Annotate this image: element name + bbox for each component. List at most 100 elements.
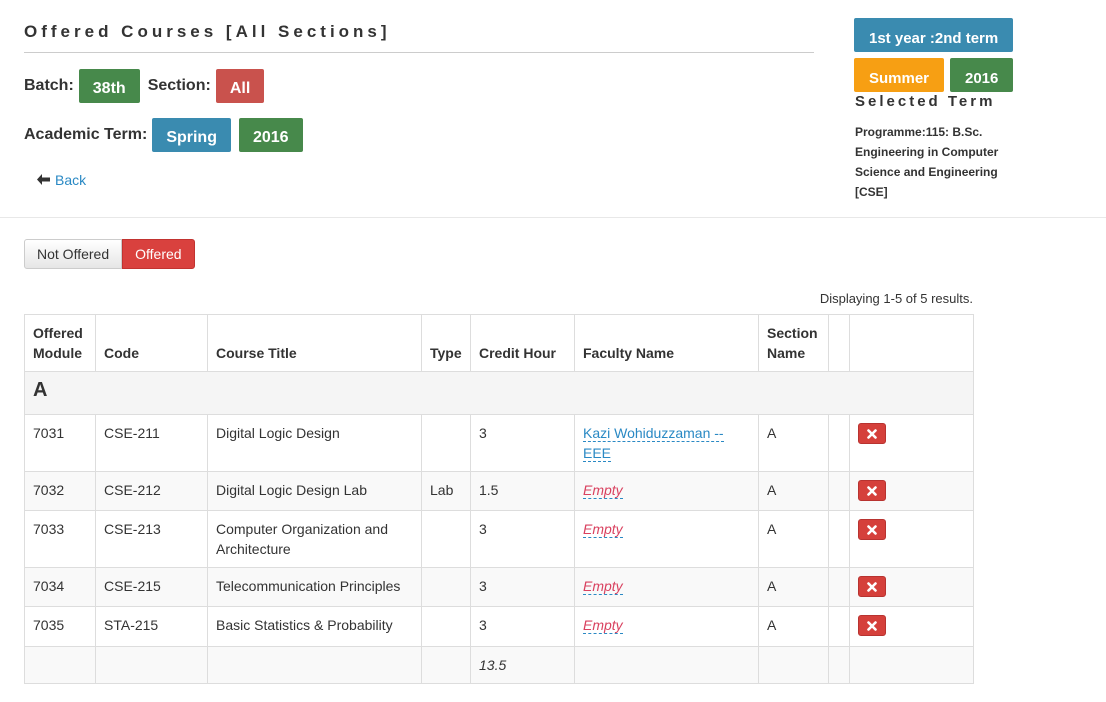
- module-cell: 7031: [24, 414, 96, 472]
- section-label: Section:: [147, 77, 211, 94]
- credit-cell: 3: [470, 606, 575, 647]
- programme-text: Programme:115: B.Sc. Engineering in Comp…: [855, 125, 999, 199]
- academic-term-label: Academic Term:: [24, 126, 148, 143]
- section-badge: All: [215, 69, 265, 103]
- header-section-name[interactable]: Section Name: [758, 314, 829, 372]
- group-row: A: [24, 371, 974, 415]
- section-cell: A: [758, 471, 829, 511]
- empty-cell: [574, 646, 759, 684]
- section-cell: A: [758, 510, 829, 568]
- faculty-empty-link[interactable]: Empty: [583, 521, 623, 538]
- title-cell: Basic Statistics & Probability: [207, 606, 422, 647]
- header-spacer: [828, 314, 850, 372]
- back-label: Back: [55, 172, 87, 188]
- module-cell: 7035: [24, 606, 96, 647]
- delete-button[interactable]: [858, 480, 886, 501]
- table-row: 7031 CSE-211 Digital Logic Design 3 Kazi…: [24, 414, 974, 472]
- faculty-empty-link[interactable]: Empty: [583, 617, 623, 634]
- table-row: 7033 CSE-213 Computer Organization and A…: [24, 510, 974, 568]
- type-cell: Lab: [421, 471, 471, 511]
- header-code: Code: [95, 314, 208, 372]
- page-title: Offered Courses [All Sections]: [24, 22, 391, 41]
- module-cell: 7034: [24, 567, 96, 607]
- title-cell: Digital Logic Design: [207, 414, 422, 472]
- term-season-badge: Spring: [152, 118, 231, 152]
- spacer-cell: [828, 567, 850, 607]
- remove-icon: [867, 428, 877, 439]
- section-cell: A: [758, 414, 829, 472]
- spacer-cell: [828, 510, 850, 568]
- empty-cell: [849, 646, 974, 684]
- header-faculty-name[interactable]: Faculty Name: [574, 314, 759, 372]
- academic-term-row: Academic Term: Spring 2016: [24, 118, 311, 152]
- header-offered-module[interactable]: Offered Module: [24, 314, 96, 372]
- action-cell: [849, 606, 974, 647]
- empty-cell: [24, 646, 96, 684]
- module-cell: 7033: [24, 510, 96, 568]
- faculty-cell: Empty: [574, 510, 759, 568]
- faculty-cell: Empty: [574, 606, 759, 647]
- type-cell: [421, 414, 471, 472]
- faculty-link[interactable]: Kazi Wohiduzzaman -- EEE: [583, 425, 724, 462]
- not-offered-button[interactable]: Not Offered: [24, 239, 123, 269]
- results-summary: Displaying 1-5 of 5 results.: [819, 291, 973, 306]
- header-type: Type: [421, 314, 471, 372]
- action-cell: [849, 414, 974, 472]
- credit-cell: 3: [470, 567, 575, 607]
- remove-icon: [867, 620, 877, 631]
- selected-season-badge: Summer: [854, 58, 945, 92]
- term-year-badge: 2016: [238, 118, 303, 152]
- total-row: 13.5: [24, 646, 974, 684]
- delete-button[interactable]: [858, 576, 886, 597]
- delete-button[interactable]: [858, 423, 886, 444]
- module-cell: 7032: [24, 471, 96, 511]
- title-cell: Computer Organization and Architecture: [207, 510, 422, 568]
- title-cell: Telecommunication Principles: [207, 567, 422, 607]
- remove-icon: [867, 485, 877, 496]
- remove-icon: [867, 524, 877, 535]
- code-cell: CSE-211: [95, 414, 208, 472]
- section-cell: A: [758, 606, 829, 647]
- spacer-cell: [828, 414, 850, 472]
- section-cell: A: [758, 567, 829, 607]
- faculty-empty-link[interactable]: Empty: [583, 482, 623, 499]
- empty-cell: [207, 646, 422, 684]
- remove-icon: [867, 581, 877, 592]
- code-cell: CSE-212: [95, 471, 208, 511]
- type-cell: [421, 510, 471, 568]
- empty-cell: [421, 646, 471, 684]
- table-row: 7034 CSE-215 Telecommunication Principle…: [24, 567, 974, 607]
- action-cell: [849, 510, 974, 568]
- credit-cell: 3: [470, 510, 575, 568]
- code-cell: CSE-213: [95, 510, 208, 568]
- code-cell: CSE-215: [95, 567, 208, 607]
- empty-cell: [828, 646, 850, 684]
- credit-cell: 1.5: [470, 471, 575, 511]
- back-link[interactable]: Back: [37, 172, 86, 188]
- selected-term-heading: Selected Term: [855, 93, 996, 110]
- table-row: 7032 CSE-212 Digital Logic Design Lab La…: [24, 471, 974, 511]
- empty-cell: [95, 646, 208, 684]
- header-credit-hour: Credit Hour: [470, 314, 575, 372]
- batch-badge: 38th: [78, 69, 140, 103]
- credit-cell: 3: [470, 414, 575, 472]
- table-row: 7035 STA-215 Basic Statistics & Probabil…: [24, 606, 974, 647]
- year-term-badge: 1st year :2nd term: [854, 18, 1014, 52]
- offered-button[interactable]: Offered: [122, 239, 195, 269]
- faculty-empty-link[interactable]: Empty: [583, 578, 623, 595]
- spacer-cell: [828, 471, 850, 511]
- title-divider: [24, 52, 814, 53]
- header-course-title: Course Title: [207, 314, 422, 372]
- delete-button[interactable]: [858, 519, 886, 540]
- type-cell: [421, 606, 471, 647]
- faculty-cell: Empty: [574, 567, 759, 607]
- arrow-left-icon: [37, 172, 55, 188]
- faculty-cell: Empty: [574, 471, 759, 511]
- batch-label: Batch:: [24, 77, 74, 94]
- type-cell: [421, 567, 471, 607]
- empty-cell: [758, 646, 829, 684]
- action-cell: [849, 567, 974, 607]
- delete-button[interactable]: [858, 615, 886, 636]
- group-label: A: [24, 371, 974, 415]
- total-credit-cell: 13.5: [470, 646, 575, 684]
